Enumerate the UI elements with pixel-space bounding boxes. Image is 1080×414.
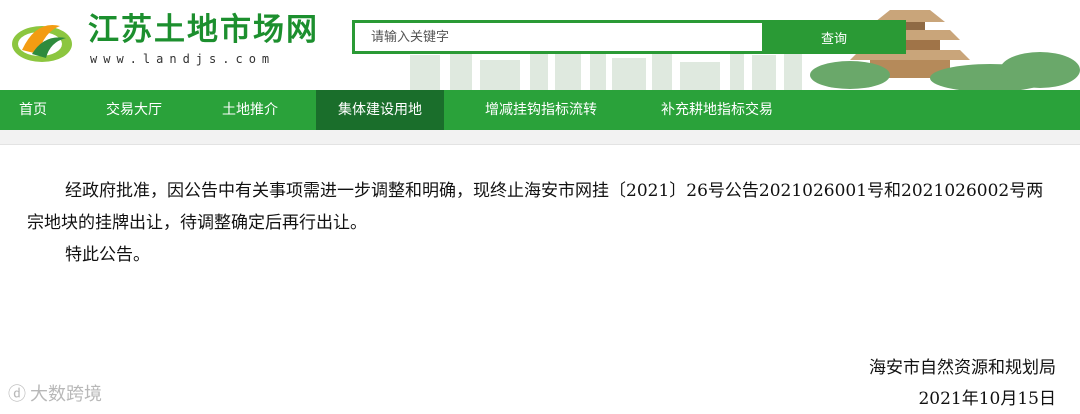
signature-organization: 海安市自然资源和规划局 [869,358,1056,378]
nav-item-home[interactable]: 首页 [0,90,66,130]
search-input[interactable] [355,23,762,51]
nav-item-trading-hall[interactable]: 交易大厅 [84,90,184,130]
signature-date: 2021年10月15日 [918,389,1056,409]
main-nav: 首页 交易大厅 土地推介 集体建设用地 增减挂钩指标流转 补充耕地指标交易 [0,90,1080,130]
notice-paragraph: 经政府批准，因公告中有关事项需进一步调整和明确，现终止海安市网挂〔2021〕26… [27,181,1044,233]
search-button[interactable]: 查询 [762,20,906,54]
nav-item-farmland-quota-trading[interactable]: 补充耕地指标交易 [638,90,796,130]
site-header: 江苏土地市场网 www.landjs.com 查询 [0,0,1080,90]
site-logo-icon [12,25,72,62]
watermark-logo-icon: ⓓ [8,384,26,405]
watermark-text: 大数跨境 [30,384,102,405]
notice-closing: 特此公告。 [65,245,150,265]
nav-divider [0,130,1080,145]
nav-item-quota-transfer[interactable]: 增减挂钩指标流转 [462,90,620,130]
nav-item-land-promotion[interactable]: 土地推介 [200,90,300,130]
watermark: ⓓ 大数跨境 [8,380,102,406]
search-box [352,20,762,54]
site-domain: www.landjs.com [90,52,276,66]
nav-item-collective-construction-land[interactable]: 集体建设用地 [316,90,444,130]
site-title: 江苏土地市场网 [88,12,319,48]
